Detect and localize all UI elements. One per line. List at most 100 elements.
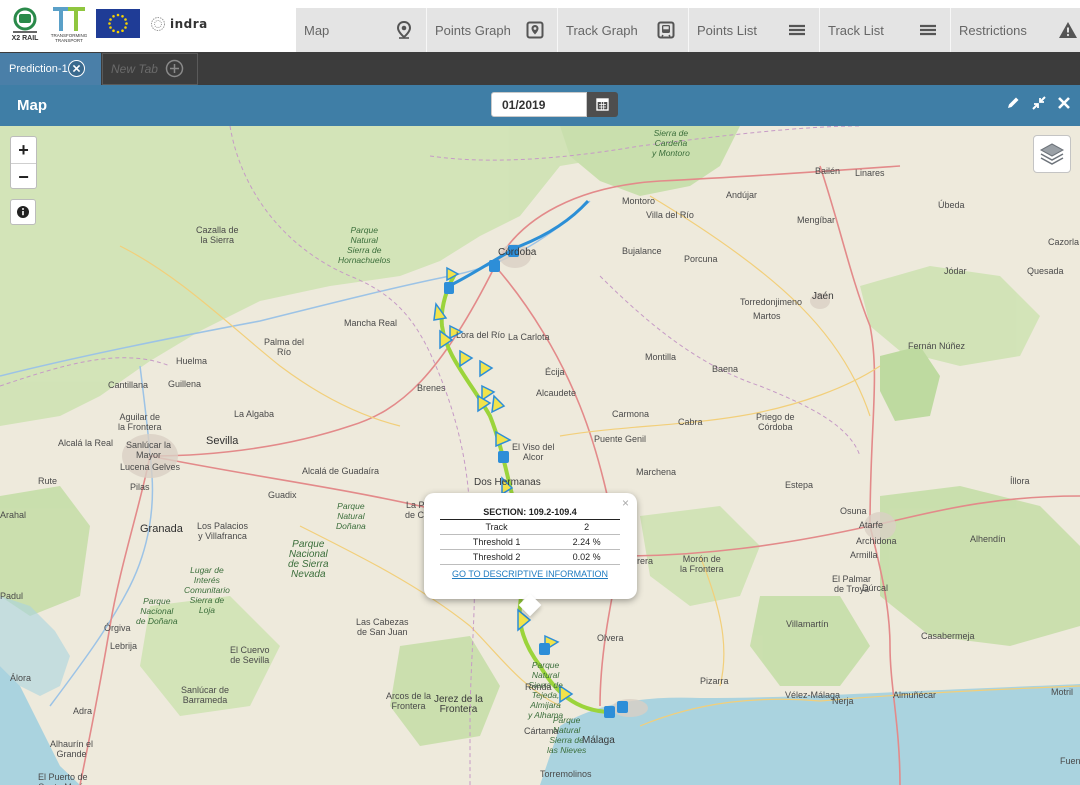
place-label: Montoro	[622, 196, 656, 206]
place-label: Priego de Córdoba	[756, 412, 795, 432]
place-label: Torredonjimeno	[740, 297, 803, 307]
popup-title: SECTION: 109.2-109.4	[483, 507, 577, 517]
place-label: Fernán Núñez	[908, 341, 966, 351]
place-label: Brenes	[417, 383, 446, 393]
place-label: Casabermeja	[921, 631, 975, 641]
place-label: Fuengirola	[1060, 756, 1080, 766]
warning-icon	[1059, 22, 1077, 38]
zoom-out-button[interactable]: −	[11, 164, 36, 190]
row-label: Threshold 2	[440, 549, 554, 565]
place-label: El Puerto deSanta María	[38, 772, 88, 785]
place-label: Puente Genil	[594, 434, 647, 444]
section-popup: × SECTION: 109.2-109.4 Track 2 Threshold…	[424, 493, 637, 617]
close-tab-icon[interactable]	[68, 60, 85, 77]
place-label: La Carlota	[508, 332, 550, 342]
tab-prediction-1-label: Prediction-1	[9, 63, 68, 75]
place-label: Quesada	[1027, 266, 1064, 276]
place-label: Aguilar de la Frontera	[118, 412, 162, 432]
nav-restrictions[interactable]: Restrictions	[951, 8, 1080, 52]
place-label: Sanlúcar la Mayor	[126, 440, 172, 460]
date-field[interactable]	[491, 92, 587, 117]
place-label: Palma del Río	[264, 337, 305, 357]
calendar-button[interactable]	[587, 92, 618, 117]
place-label: Gelves	[152, 462, 181, 472]
place-label: Parque Nacional de Sierra Nevada	[288, 539, 329, 580]
logo-area: X2 RAIL TRANSFORMING TRANSPORT indra	[0, 0, 296, 52]
place-label: Sierra de Cardeña y Montoro	[652, 128, 690, 158]
nav-points-list-label: Points List	[697, 22, 757, 38]
place-label: Guillena	[168, 379, 202, 389]
main-navigation: Map Points Graph Track Graph Points List…	[296, 8, 1080, 52]
collapse-icon[interactable]	[1031, 95, 1047, 111]
table-row: Threshold 2 0.02 %	[440, 549, 620, 565]
place-label: Los Palacios y Villafranca	[197, 521, 249, 541]
tab-prediction-1[interactable]: Prediction-1	[0, 53, 101, 85]
place-label: Pizarra	[700, 676, 729, 686]
descriptive-info-link[interactable]: GO TO DESCRIPTIVE INFORMATION	[440, 569, 620, 579]
table-row: Track 2	[440, 519, 620, 535]
place-label: Padul	[0, 591, 24, 601]
place-label: Mancha Real	[344, 318, 398, 328]
info-button[interactable]	[10, 199, 36, 225]
place-label: Alcalá la Real	[58, 438, 114, 448]
place-label: Linares	[855, 168, 885, 178]
popup-close-button[interactable]: ×	[622, 496, 629, 510]
map-canvas[interactable]: Sierra de Cardeña y Montoro Montoro Andújar V…	[0, 126, 1080, 785]
top-header: X2 RAIL TRANSFORMING TRANSPORT indra Map…	[0, 0, 1080, 52]
place-label: Órgiva	[104, 623, 131, 633]
layers-button[interactable]	[1033, 135, 1071, 173]
place-label: Arcos de la Frontera	[386, 691, 432, 711]
place-label: Villamartín	[786, 619, 829, 629]
nav-track-list-label: Track List	[828, 22, 884, 38]
place-label: Ronda	[525, 682, 552, 692]
nav-track-graph[interactable]: Track Graph	[558, 8, 689, 52]
transforming-transport-logo: TRANSFORMING TRANSPORT	[51, 7, 88, 43]
add-tab-icon[interactable]	[165, 59, 184, 78]
place-label: Atarfe	[859, 520, 884, 530]
tab-new-label: New Tab	[111, 62, 158, 76]
place-label: Torremolinos	[540, 769, 592, 779]
place-label: Dos Hermanas	[474, 477, 541, 488]
nav-restrictions-label: Restrictions	[959, 22, 1027, 38]
train-icon	[657, 21, 675, 39]
row-value: 2.24 %	[553, 534, 620, 550]
popup-table: Track 2 Threshold 1 2.24 % Threshold 2 0…	[440, 519, 620, 565]
nav-map[interactable]: Map	[296, 8, 427, 52]
place-label: Jódar	[944, 266, 967, 276]
nav-points-list[interactable]: Points List	[689, 8, 820, 52]
place-label: Granada	[140, 523, 183, 535]
place-label: Huelma	[176, 356, 208, 366]
close-panel-icon[interactable]	[1056, 95, 1072, 111]
place-label: Almuñécar	[893, 690, 937, 700]
place-label: Montilla	[645, 352, 677, 362]
tab-strip: Prediction-1 New Tab	[0, 52, 1080, 85]
indra-logo: indra	[150, 14, 208, 34]
tab-new[interactable]: New Tab	[102, 53, 198, 85]
place-label: El Cuervo de Sevilla	[230, 645, 270, 665]
place-label: Córdoba	[498, 247, 537, 258]
map-panel-title: Map	[17, 97, 47, 114]
row-value: 0.02 %	[553, 549, 620, 565]
place-label: Adra	[73, 706, 93, 716]
place-label: El Viso del Alcor	[512, 442, 555, 462]
place-label: Bujalance	[622, 246, 662, 256]
nav-points-graph[interactable]: Points Graph	[427, 8, 558, 52]
zoom-in-button[interactable]: +	[11, 137, 36, 163]
edit-icon[interactable]	[1005, 95, 1021, 111]
place-label: Guadix	[268, 490, 297, 500]
place-label: Parque Nacional de Doñana	[136, 596, 178, 626]
place-label: Osuna	[840, 506, 867, 516]
nav-track-list[interactable]: Track List	[820, 8, 951, 52]
indra-logo-text: indra	[170, 17, 208, 31]
place-label: Lucena	[120, 462, 150, 472]
place-label: Cantillana	[108, 380, 149, 390]
place-label: Baena	[712, 364, 739, 374]
place-label: Écija	[545, 367, 565, 377]
place-label: Villa del Río	[646, 210, 694, 220]
place-label: Cazorla	[1048, 237, 1080, 247]
place-label: Cazalla de la Sierra	[196, 225, 239, 245]
indra-logo-mark	[151, 17, 165, 31]
place-label: La Algaba	[234, 409, 275, 419]
place-label: Alcaudete	[536, 388, 577, 398]
place-label: Álora	[10, 673, 32, 683]
